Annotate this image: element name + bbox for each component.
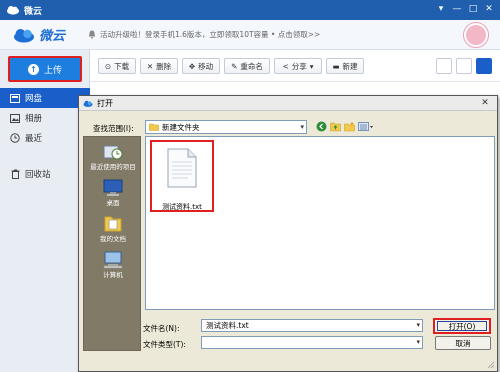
dialog-close-button[interactable]: ✕ bbox=[477, 98, 493, 109]
file-name-text: 测试资料.txt bbox=[162, 203, 202, 211]
brand-logo: 微云 bbox=[0, 25, 82, 44]
place-desktop[interactable]: 桌面 bbox=[84, 179, 142, 207]
view-menu-icon[interactable] bbox=[357, 120, 375, 133]
look-in-value: 新建文件夹 bbox=[162, 122, 200, 132]
brand-name: 微云 bbox=[39, 29, 66, 44]
computer-icon bbox=[102, 251, 124, 269]
move-button[interactable]: ✥ 移动 bbox=[182, 58, 220, 74]
upload-button[interactable]: ↑ 上传 bbox=[8, 56, 82, 82]
move-icon: ✥ bbox=[188, 61, 196, 71]
open-file-dialog: 打开 ✕ 查找范围(I): 新建文件夹 ▾ 最近使用的项目 桌面 我的文档 计算… bbox=[78, 95, 498, 372]
look-in-select[interactable]: 新建文件夹 ▾ bbox=[145, 120, 307, 134]
file-item[interactable]: 测试资料.txt bbox=[150, 140, 214, 212]
notice-banner[interactable]: 活动升级啦！登录手机1.6版本，立即领取10T容量 • 点击领取>> bbox=[88, 29, 320, 40]
chevron-down-icon: ▾ bbox=[416, 338, 420, 346]
place-computer[interactable]: 计算机 bbox=[84, 251, 142, 279]
download-icon: ⊙ bbox=[104, 61, 112, 71]
resize-grip-icon[interactable] bbox=[487, 361, 495, 369]
up-folder-icon[interactable] bbox=[329, 120, 341, 133]
upload-arrow-icon: ↑ bbox=[27, 63, 39, 75]
cloud-logo-icon bbox=[7, 6, 19, 15]
app-titlebar: 微云 ▾ — □ ✕ bbox=[0, 0, 500, 20]
sidebar-item-album[interactable]: 相册 bbox=[0, 108, 90, 128]
cancel-button[interactable]: 取消 bbox=[435, 336, 491, 350]
places-bar: 最近使用的项目 桌面 我的文档 计算机 bbox=[83, 136, 141, 351]
app-title: 微云 bbox=[24, 6, 43, 17]
share-button[interactable]: < 分享 ▾ bbox=[274, 58, 322, 74]
recent-items-icon bbox=[102, 143, 124, 161]
sidebar-item-recent[interactable]: 最近 bbox=[0, 128, 90, 148]
chevron-down-icon: ▾ bbox=[416, 321, 420, 329]
chevron-down-icon: ▾ bbox=[300, 123, 304, 131]
edit-icon: ✎ bbox=[231, 61, 238, 71]
file-name-value: 测试资料.txt bbox=[206, 321, 249, 330]
file-type-label: 文件类型(T): bbox=[143, 340, 186, 349]
photo-icon bbox=[10, 113, 20, 123]
file-browser: 测试资料.txt bbox=[145, 136, 495, 310]
place-my-documents[interactable]: 我的文档 bbox=[84, 215, 142, 243]
notice-text[interactable]: 活动升级啦！登录手机1.6版本，立即领取10T容量 • 点击领取>> bbox=[100, 29, 320, 40]
dialog-title: 打开 bbox=[97, 98, 113, 108]
upload-label: 上传 bbox=[43, 65, 62, 76]
new-folder-icon[interactable] bbox=[343, 120, 355, 133]
back-icon[interactable] bbox=[315, 120, 327, 133]
clock-icon bbox=[10, 133, 20, 143]
clock-view-button[interactable] bbox=[436, 58, 452, 74]
desktop-icon bbox=[102, 179, 124, 197]
sidebar-item-label: 相册 bbox=[25, 114, 43, 124]
download-button[interactable]: ⊙ 下载 bbox=[98, 58, 136, 74]
dialog-titlebar: 打开 bbox=[79, 96, 497, 111]
rename-button[interactable]: ✎ 重命名 bbox=[224, 58, 270, 74]
file-name-input[interactable]: 测试资料.txt ▾ bbox=[201, 319, 423, 332]
list-view-button[interactable] bbox=[456, 58, 472, 74]
sidebar-item-recycle-bin[interactable]: 回收站 bbox=[0, 164, 90, 184]
avatar[interactable] bbox=[464, 23, 488, 47]
trash-icon bbox=[10, 169, 20, 179]
look-in-label: 查找范围(I): bbox=[93, 124, 134, 133]
minimize-button[interactable]: — bbox=[450, 3, 464, 16]
open-button-label: 打开(O) bbox=[437, 321, 487, 331]
file-type-select[interactable]: ▾ bbox=[201, 336, 423, 349]
sidebar: ↑ 上传 网盘 相册 最近 回收站 bbox=[0, 50, 90, 372]
sidebar-item-label: 网盘 bbox=[25, 94, 43, 104]
folder-icon: ▬ bbox=[332, 61, 340, 71]
sidebar-item-drive[interactable]: 网盘 bbox=[0, 88, 90, 108]
share-icon: < bbox=[282, 61, 289, 71]
new-button[interactable]: ▬ 新建 bbox=[326, 58, 364, 74]
bell-icon bbox=[88, 30, 96, 39]
maximize-button[interactable]: □ bbox=[466, 3, 480, 16]
cloud-logo-icon bbox=[14, 28, 34, 42]
sidebar-item-label: 最近 bbox=[25, 134, 43, 144]
toolbar: ⊙ 下载 ✕ 删除 ✥ 移动 ✎ 重命名 < 分享 ▾ ▬ 新建 bbox=[90, 50, 500, 82]
close-icon: ✕ bbox=[146, 61, 154, 71]
delete-button[interactable]: ✕ 删除 bbox=[140, 58, 178, 74]
documents-folder-icon bbox=[102, 215, 124, 233]
sidebar-item-label: 回收站 bbox=[25, 170, 51, 180]
place-recent-items[interactable]: 最近使用的项目 bbox=[84, 143, 142, 171]
text-file-icon bbox=[166, 148, 198, 188]
cloud-logo-icon bbox=[83, 100, 93, 107]
chevron-down-icon: ▾ bbox=[309, 61, 314, 71]
app-header: 微云 活动升级啦！登录手机1.6版本，立即领取10T容量 • 点击领取>> bbox=[0, 20, 500, 50]
file-name-label: 文件名(N): bbox=[143, 324, 180, 333]
close-button[interactable]: ✕ bbox=[482, 3, 496, 16]
open-button[interactable]: 打开(O) bbox=[433, 318, 491, 334]
grid-view-button[interactable] bbox=[476, 58, 492, 74]
drive-icon bbox=[10, 93, 20, 103]
folder-icon bbox=[149, 123, 159, 131]
menu-dropdown-button[interactable]: ▾ bbox=[434, 3, 448, 16]
